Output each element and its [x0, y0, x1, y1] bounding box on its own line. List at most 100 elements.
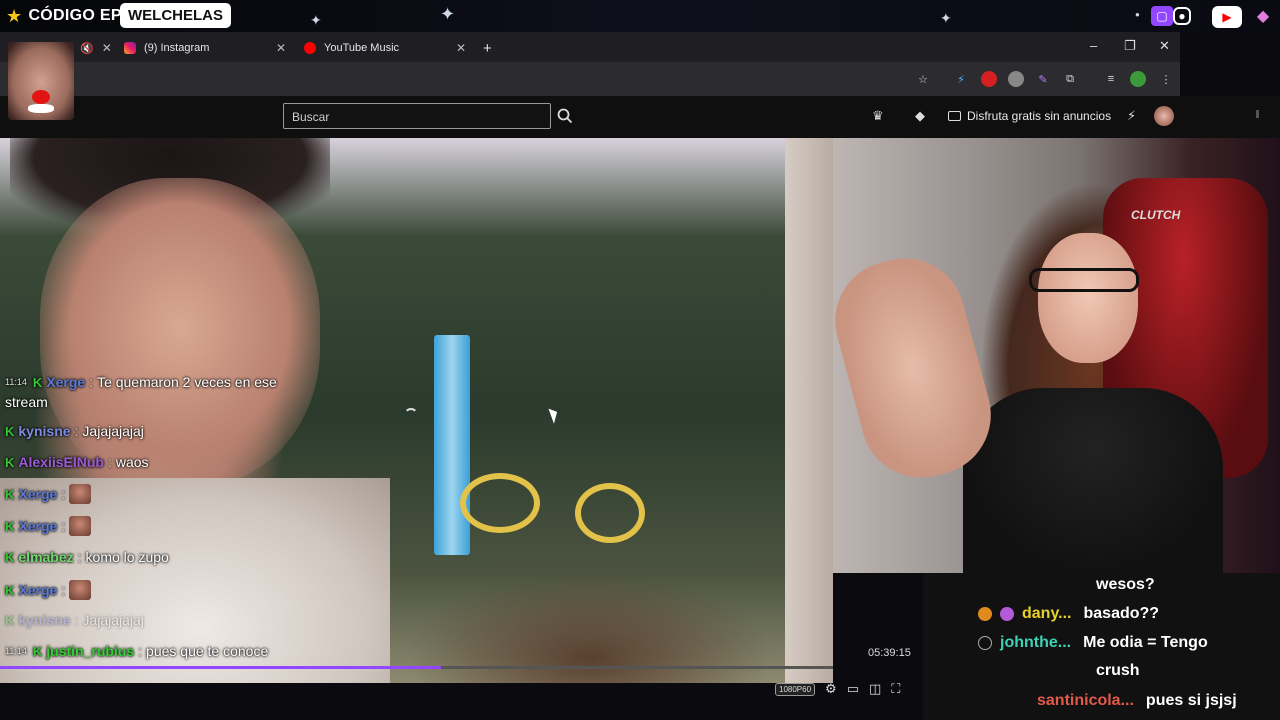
minimize-icon[interactable]: – [1090, 38, 1097, 53]
quality-badge[interactable]: 1080P60 [775, 682, 816, 696]
chat-text: waos [115, 454, 149, 470]
progress-fill [0, 666, 442, 669]
star-icon: ★ [6, 5, 23, 26]
extension-icon[interactable] [981, 71, 997, 87]
loading-spinner-icon [404, 408, 418, 422]
chat-username: elmabez [18, 549, 74, 565]
bits-icon[interactable]: ◆ [915, 108, 925, 124]
chat-message: crush [1096, 662, 1140, 680]
instagram-icon [124, 42, 136, 54]
fullscreen-icon[interactable]: ⛶ [891, 681, 900, 697]
sub-badge-icon: K [5, 454, 15, 470]
chat-message: stream [5, 394, 48, 410]
chat-message: K Xerge : [5, 516, 92, 536]
chat-text: wesos? [1096, 576, 1155, 593]
restore-icon[interactable]: ❐ [1124, 38, 1136, 54]
chat-text: pues si jsjsj [1145, 692, 1237, 709]
webcam-frame-detail [963, 388, 1223, 573]
sparkle-icon: ● [1135, 10, 1140, 19]
streamer-avatar [8, 42, 74, 120]
close-icon[interactable]: ✕ [102, 41, 112, 55]
tab-youtube-music[interactable]: YouTube Music ✕ [304, 36, 474, 60]
chat-message: wesos? [1096, 576, 1155, 594]
extension-icon[interactable]: ✎ [1035, 71, 1051, 87]
ad-free-icon [948, 111, 961, 121]
video-frame-detail [40, 178, 320, 488]
chat-timestamp: 11:14 [5, 646, 27, 656]
chat-message: K kynisne : Jajajajajaj [5, 423, 144, 439]
sidebar-toggle-icon[interactable]: ◫ [869, 681, 881, 697]
chat-username: johnthe... [1000, 634, 1072, 651]
sub-badge-icon: K [5, 423, 15, 439]
window-close-icon[interactable]: ✕ [1159, 38, 1170, 54]
player-controls: 1080P60 ⚙ ▭ ◫ ⛶ [775, 681, 900, 697]
emote-icon [69, 484, 92, 504]
puzzle-icon[interactable]: ⧉ [1062, 71, 1078, 87]
twitch-icon: ▢ [1151, 6, 1173, 26]
tab-label: (9) Instagram [144, 42, 210, 54]
video-frame-detail [575, 483, 645, 543]
webcam-frame-detail [1038, 233, 1138, 363]
settings-gear-icon[interactable]: ⚙ [825, 681, 837, 697]
chat-message: johnthe... Me odia = Tengo [978, 634, 1208, 652]
chat-message: K Xerge : [5, 580, 92, 600]
emote-icon [69, 516, 92, 536]
extension-icon[interactable]: ⚡ [1127, 108, 1136, 124]
chat-username: Xerge [18, 518, 58, 534]
chat-text: Jajajajajaj [82, 423, 144, 439]
youtube-music-icon [304, 42, 316, 54]
bookmark-star-icon[interactable]: ☆ [915, 71, 931, 87]
profile-icon[interactable] [1130, 71, 1146, 87]
chat-text: Te quemaron 2 veces en ese [97, 374, 277, 390]
gem-icon: ◆ [1256, 8, 1270, 25]
instagram-icon: ● [1173, 7, 1191, 25]
tab-muted[interactable]: 🔇 ✕ [80, 36, 112, 60]
new-tab-button[interactable]: + [483, 36, 492, 60]
close-icon[interactable]: ✕ [276, 41, 286, 55]
time-remaining: 05:39:15 [868, 647, 911, 659]
video-frame-detail [460, 473, 540, 533]
crown-icon[interactable]: ♛ [872, 108, 884, 124]
emote-icon [69, 580, 92, 600]
scroll-indicator [1256, 110, 1259, 118]
sub-badge-icon: K [5, 486, 15, 502]
chat-username: dany... [1022, 605, 1072, 622]
sub-badge-icon: K [32, 643, 43, 659]
badge-icon [1000, 607, 1014, 621]
video-frame-detail [434, 335, 470, 555]
muted-audio-icon[interactable]: 🔇 [80, 42, 94, 55]
extension-icon[interactable]: ⚡ [953, 71, 969, 87]
chat-username: kynisne [18, 423, 71, 439]
chat-message: K elmabez : komo lo zupo [5, 549, 169, 565]
tab-instagram[interactable]: (9) Instagram ✕ [124, 36, 294, 60]
chat-username: justin_rubius [46, 643, 135, 659]
chat-message: K Xerge : [5, 484, 92, 504]
search-input[interactable]: Buscar [283, 103, 551, 129]
code-epic-banner: ★ CÓDIGO EPIC [6, 5, 138, 27]
ad-free-button[interactable]: Disfruta gratis sin anuncios [948, 106, 1111, 126]
video-player[interactable] [0, 138, 833, 683]
badge-icon [978, 607, 992, 621]
media-control-icon[interactable]: ≡ [1103, 71, 1119, 87]
extension-icon[interactable] [1008, 71, 1024, 87]
chat-username: santinicola... [1037, 692, 1134, 709]
tab-label: YouTube Music [324, 42, 400, 54]
chat-username: kynisne [18, 612, 71, 628]
clown-nose-icon [32, 90, 50, 104]
close-icon[interactable]: ✕ [456, 41, 466, 55]
chat-message: dany... basado?? [978, 605, 1159, 623]
sparkle-icon: ✦ [940, 10, 952, 26]
user-avatar[interactable] [1154, 106, 1174, 126]
menu-kebab-icon[interactable]: ⋮ [1158, 71, 1174, 87]
theater-mode-icon[interactable]: ▭ [847, 681, 859, 697]
webcam-feed: CLUTCH [833, 138, 1280, 573]
search-button[interactable] [551, 103, 579, 129]
chat-timestamp: 11:14 [5, 377, 27, 387]
chat-text: Jajajajajaj [82, 612, 144, 628]
chat-text: basado?? [1083, 605, 1160, 622]
chat-text: pues que te conoce [146, 643, 269, 659]
creator-code-badge: WELCHELAS [120, 3, 231, 28]
chat-username: Xerge [18, 486, 58, 502]
badge-icon [978, 636, 992, 650]
address-bar[interactable] [0, 62, 1180, 96]
